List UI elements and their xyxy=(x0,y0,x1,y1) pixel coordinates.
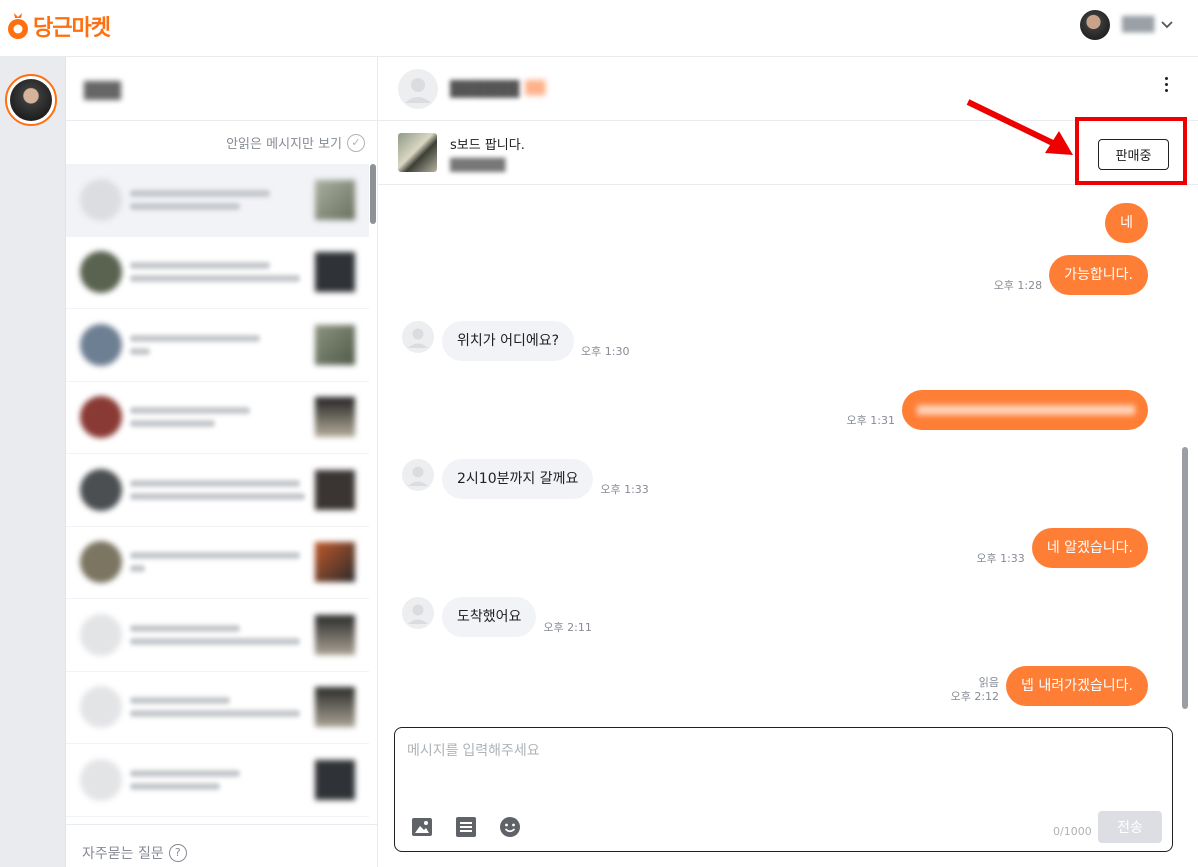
message-time: 오후 1:33 xyxy=(976,552,1025,565)
partner-manner-temp: ██ xyxy=(525,81,546,96)
faq-label: 자주묻는 질문 xyxy=(82,845,164,862)
sender-avatar[interactable] xyxy=(402,459,434,491)
message-row: 오후 1:31 xyxy=(840,390,1148,430)
message-time: 오후 1:28 xyxy=(993,279,1043,292)
message-row: 오후 1:33 네 알겠습니다. xyxy=(969,528,1148,568)
read-label: 읽음 xyxy=(978,676,1000,689)
default-user-icon xyxy=(405,77,431,103)
message-input[interactable] xyxy=(407,740,1157,795)
default-user-icon xyxy=(408,466,428,486)
message-time: 오후 1:33 xyxy=(600,483,649,496)
list-item[interactable] xyxy=(66,382,369,454)
item-info: s보드 팝니다. ██████ xyxy=(450,134,525,172)
carrot-logo-icon xyxy=(8,13,28,39)
sender-avatar[interactable] xyxy=(402,597,434,629)
partner-name: ██████ xyxy=(450,79,520,98)
message-row: 위치가 어디에요? 오후 1:30 xyxy=(402,321,637,361)
message-bubble: 네 알겠습니다. xyxy=(1031,528,1148,568)
user-avatar xyxy=(1080,10,1110,40)
default-user-icon xyxy=(408,604,428,624)
list-item[interactable] xyxy=(66,309,369,382)
list-item[interactable] xyxy=(66,672,369,744)
chat-panel: ██████ ██ s보드 팝니다. ██████ 판매중 네 오후 1:28 … xyxy=(378,57,1198,867)
sender-avatar[interactable] xyxy=(402,321,434,353)
message-meta: 읽음 오후 2:12 xyxy=(951,676,999,704)
chat-list-header: ███ xyxy=(66,57,377,121)
message-bubble: 위치가 어디에요? xyxy=(442,321,575,361)
chat-list-panel: ███ 안읽은 메시지만 보기 ✓ 자주묻는 질문 ? xyxy=(66,57,378,867)
message-row: 2시10분까지 갈께요 오후 1:33 xyxy=(402,459,656,499)
message-time: 오후 1:30 xyxy=(581,345,630,358)
message-composer: 0/1000 전송 xyxy=(394,727,1173,852)
question-icon: ? xyxy=(168,843,187,862)
red-arrow-annotation xyxy=(966,99,1073,155)
list-item[interactable] xyxy=(66,237,369,309)
item-thumbnail[interactable] xyxy=(398,133,437,172)
blurred-text xyxy=(917,405,1135,415)
message-row: 도착했어요 오후 2:11 xyxy=(402,597,599,637)
list-item[interactable] xyxy=(66,454,369,527)
default-user-icon xyxy=(408,328,428,348)
user-name: ███ xyxy=(1122,17,1155,33)
emoji-icon[interactable] xyxy=(499,816,521,838)
char-count: 0/1000 xyxy=(1053,825,1092,838)
account-rail xyxy=(0,57,66,867)
send-button[interactable]: 전송 xyxy=(1098,811,1162,843)
chat-list xyxy=(66,164,369,824)
item-title: s보드 팝니다. xyxy=(450,137,525,153)
check-circle-icon: ✓ xyxy=(347,133,365,152)
list-item[interactable] xyxy=(66,527,369,599)
chat-list-scrollbar[interactable] xyxy=(370,164,376,224)
message-bubble: 2시10분까지 갈께요 xyxy=(442,459,594,499)
top-bar: 당근마켓 ███ xyxy=(0,0,1198,57)
faq-link[interactable]: 자주묻는 질문 ? xyxy=(66,824,378,867)
message-row: 읽음 오후 2:12 넵 내려가겠습니다. xyxy=(944,666,1148,706)
my-account-avatar[interactable] xyxy=(5,74,57,126)
message-bubble: 네 xyxy=(1105,203,1148,243)
image-icon[interactable] xyxy=(411,816,433,838)
list-item[interactable] xyxy=(66,599,369,672)
item-price: ██████ xyxy=(450,157,506,172)
partner-avatar[interactable] xyxy=(398,68,438,109)
message-time: 오후 2:12 xyxy=(950,690,1000,703)
list-item[interactable] xyxy=(66,164,369,237)
user-menu[interactable]: ███ xyxy=(1080,10,1174,40)
messages-scrollbar[interactable] xyxy=(1182,447,1188,709)
chat-list-title: ███ xyxy=(84,81,121,100)
message-bubble: 넵 내려가겠습니다. xyxy=(1006,666,1148,706)
message-time: 오후 2:11 xyxy=(543,621,592,634)
sale-status-button[interactable]: 판매중 xyxy=(1098,139,1169,170)
logo[interactable]: 당근마켓 xyxy=(6,10,111,42)
message-area: 네 오후 1:28 가능합니다. 위치가 어디에요? 오후 1:30 오후 1:… xyxy=(378,186,1188,721)
message-bubble: 가능합니다. xyxy=(1049,255,1148,295)
logo-text: 당근마켓 xyxy=(33,16,111,41)
list-item[interactable] xyxy=(66,744,369,817)
message-row: 오후 1:28 가능합니다. xyxy=(987,255,1148,295)
message-row: 네 xyxy=(1105,203,1148,243)
message-bubble xyxy=(902,390,1148,430)
chevron-down-icon xyxy=(1161,21,1173,29)
message-time: 오후 1:31 xyxy=(846,414,895,427)
unread-only-label: 안읽은 메시지만 보기 xyxy=(226,137,342,152)
list-template-icon[interactable] xyxy=(455,816,477,838)
more-options-icon[interactable] xyxy=(1165,77,1168,92)
unread-only-toggle[interactable]: 안읽은 메시지만 보기 ✓ xyxy=(226,133,365,152)
message-bubble: 도착했어요 xyxy=(442,597,537,637)
